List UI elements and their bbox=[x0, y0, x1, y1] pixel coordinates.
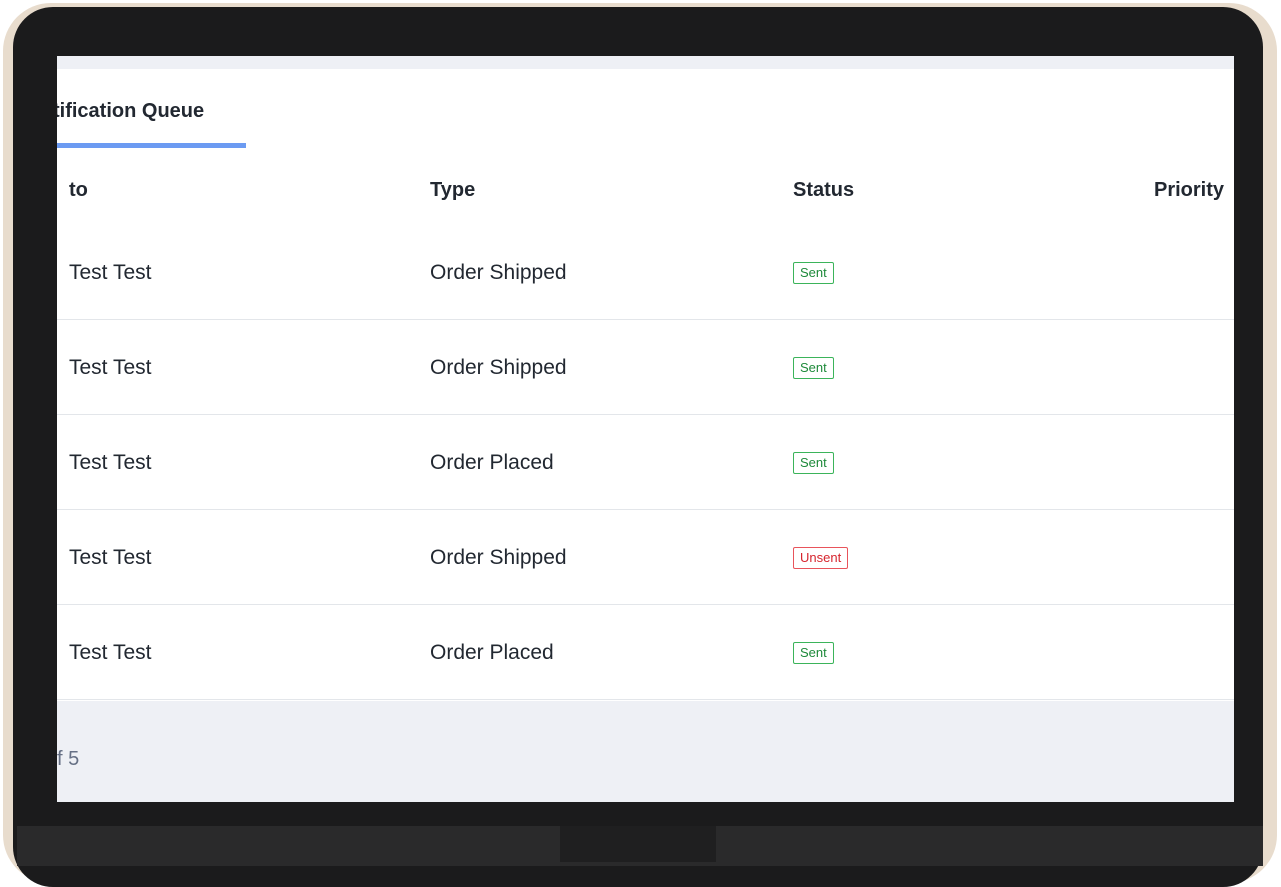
cell-type: Order Placed bbox=[430, 451, 554, 474]
column-header-type[interactable]: Type bbox=[430, 179, 475, 202]
table-row[interactable]: Test Test Order Shipped Sent bbox=[57, 225, 1234, 320]
status-badge: Sent bbox=[793, 357, 834, 379]
cell-to: Test Test bbox=[69, 641, 152, 664]
cell-type: Order Shipped bbox=[430, 356, 567, 379]
status-badge: Sent bbox=[793, 262, 834, 284]
cell-to: Test Test bbox=[69, 261, 152, 284]
status-badge: Unsent bbox=[793, 547, 849, 569]
device-notch bbox=[560, 826, 716, 862]
table-row[interactable]: Test Test Order Placed Sent bbox=[57, 415, 1234, 510]
screen: tification Queue to Type Status Priority… bbox=[57, 56, 1234, 802]
column-header-status[interactable]: Status bbox=[793, 179, 854, 202]
tab-notification-queue[interactable]: tification Queue bbox=[57, 100, 204, 123]
active-tab-indicator bbox=[57, 143, 246, 148]
table-footer: f 5 bbox=[57, 701, 1234, 802]
column-header-to[interactable]: to bbox=[69, 179, 88, 202]
pagination-info: f 5 bbox=[57, 748, 80, 770]
top-strip bbox=[57, 56, 1234, 69]
column-header-priority[interactable]: Priority bbox=[1154, 179, 1224, 202]
table-row[interactable]: Test Test Order Shipped Unsent bbox=[57, 510, 1234, 605]
table-row[interactable]: Test Test Order Placed Sent bbox=[57, 605, 1234, 700]
cell-type: Order Shipped bbox=[430, 261, 567, 284]
cell-type: Order Placed bbox=[430, 641, 554, 664]
table-body: Test Test Order Shipped Sent Test Test O… bbox=[57, 225, 1234, 700]
cell-type: Order Shipped bbox=[430, 546, 567, 569]
table-row[interactable]: Test Test Order Shipped Sent bbox=[57, 320, 1234, 415]
cell-to: Test Test bbox=[69, 546, 152, 569]
table-header: to Type Status Priority bbox=[57, 156, 1234, 236]
cell-to: Test Test bbox=[69, 356, 152, 379]
cell-to: Test Test bbox=[69, 451, 152, 474]
status-badge: Sent bbox=[793, 452, 834, 474]
status-badge: Sent bbox=[793, 642, 834, 664]
